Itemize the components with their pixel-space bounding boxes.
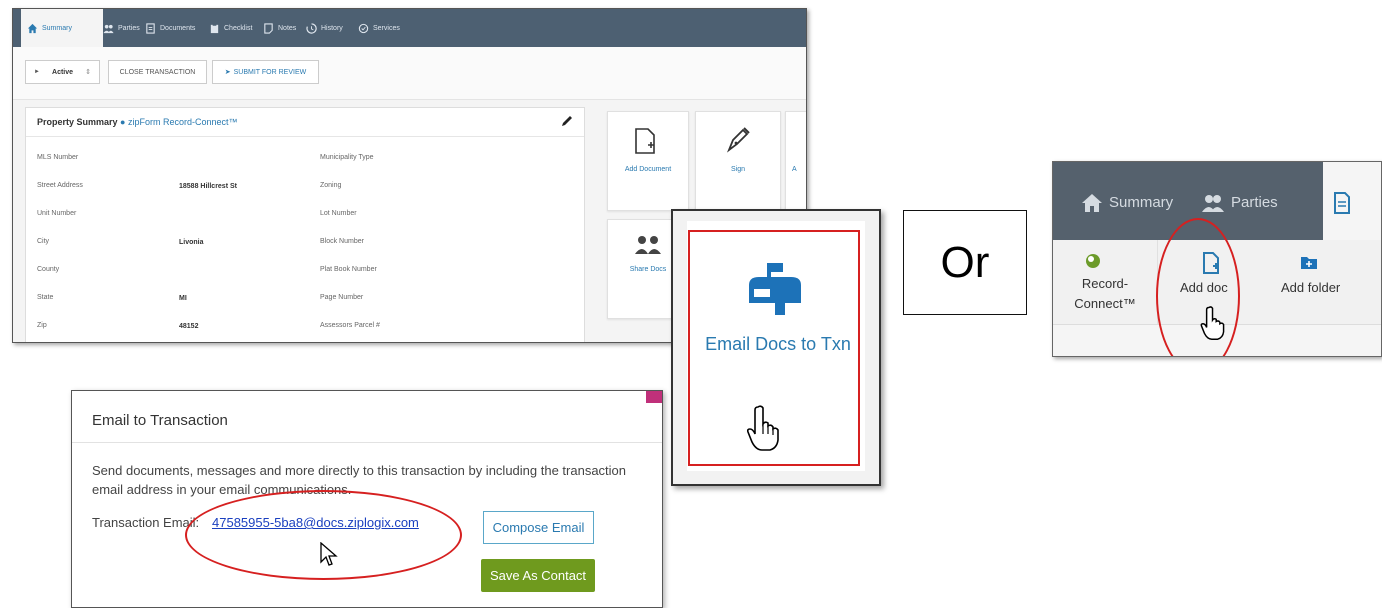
tab-parties-label: Parties (118, 24, 140, 32)
email-to-transaction-dialog: Email to Transaction Send documents, mes… (71, 390, 663, 608)
tab-documents-label: Documents (160, 24, 196, 32)
pen-icon (726, 127, 750, 153)
tab-summary[interactable]: Summary (21, 9, 103, 47)
add-document-icon (635, 128, 655, 154)
home-icon (27, 23, 38, 33)
caret-right-icon: ► (34, 69, 40, 75)
add-doc-screenshot: Summary Parties Record-Connect™ Add doc … (1052, 161, 1382, 357)
add-folder-icon (1301, 257, 1317, 269)
submit-for-review-label: SUBMIT FOR REVIEW (233, 68, 307, 76)
transaction-email-label: Transaction Email: (92, 515, 200, 530)
select-arrows-icon: ⇕ (85, 69, 91, 76)
tab-checklist[interactable]: Checklist (209, 9, 252, 47)
zipform-brand-label: zipForm Record-Connect™ (128, 117, 238, 127)
mailbox-icon (749, 263, 801, 315)
tab-services-label: Services (373, 24, 400, 32)
note-icon (264, 22, 273, 34)
compose-email-button[interactable]: Compose Email (483, 511, 594, 544)
property-summary-heading: Property Summary (37, 117, 118, 127)
submit-for-review-button[interactable]: ➤ SUBMIT FOR REVIEW (212, 60, 319, 84)
people-icon (103, 24, 114, 33)
sign-label: Sign (730, 166, 745, 173)
close-transaction-label: CLOSE TRANSACTION (119, 68, 196, 76)
main-nav-bar: Summary Parties Documents Checklist Note… (13, 9, 806, 47)
record-connect-label: Record-Connect™ (1061, 274, 1149, 314)
field-label: Page Number (320, 294, 364, 301)
cut-off-label: A (792, 166, 797, 173)
history-icon (306, 22, 317, 34)
record-connect-logo-icon (1086, 254, 1100, 268)
status-select-value: Active (52, 68, 74, 76)
share-people-icon (635, 236, 661, 254)
save-as-contact-label: Save As Contact (489, 568, 587, 583)
compose-email-label: Compose Email (492, 520, 585, 535)
sign-tile[interactable]: Sign (695, 111, 781, 211)
home-icon (1082, 194, 1102, 212)
zipform-brand[interactable]: ● zipForm Record-Connect™ (120, 117, 238, 127)
divider (1263, 356, 1363, 357)
close-corner[interactable] (646, 391, 662, 403)
field-label: City (37, 238, 50, 245)
pencil-icon[interactable] (560, 114, 574, 128)
property-summary-panel: Property Summary ● zipForm Record-Connec… (25, 107, 585, 342)
nav-summary-label[interactable]: Summary (1109, 194, 1173, 211)
tab-summary-label: Summary (42, 24, 72, 32)
field-label: Municipality Type (320, 154, 374, 161)
hand-pointer-icon (746, 405, 779, 451)
transaction-toolbar: ► Active ⇕ CLOSE TRANSACTION ➤ SUBMIT FO… (13, 47, 806, 100)
tab-notes-label: Notes (278, 24, 297, 32)
field-label: Unit Number (37, 210, 77, 217)
close-transaction-button[interactable]: CLOSE TRANSACTION (108, 60, 207, 84)
add-document-tile[interactable]: Add Document (607, 111, 689, 211)
field-label: State (37, 294, 54, 301)
email-docs-label: Email Docs to Txn (705, 334, 851, 354)
field-label: MLS Number (37, 154, 79, 161)
or-label: Or (940, 237, 990, 287)
field-value: 18588 Hillcrest St (179, 183, 237, 190)
save-as-contact-button[interactable]: Save As Contact (481, 559, 595, 592)
document-icon (1334, 192, 1350, 214)
field-value: Livonia (179, 239, 204, 246)
people-icon (1202, 195, 1224, 212)
send-icon: ➤ (224, 69, 231, 76)
badge-icon (358, 23, 369, 33)
tab-documents[interactable]: Documents (145, 9, 195, 47)
field-label: Plat Book Number (320, 266, 377, 273)
property-summary-title: Property Summary ● zipForm Record-Connec… (37, 117, 238, 127)
record-connect-button[interactable]: Record-Connect™ (1053, 240, 1153, 324)
email-docs-callout: Email Docs to Txn (671, 209, 881, 486)
tab-history-label: History (321, 24, 343, 32)
field-label: Zip (37, 322, 47, 329)
field-label: Block Number (320, 238, 364, 245)
or-separator: Or (903, 210, 1027, 315)
cut-off-tile[interactable]: A (785, 111, 806, 211)
tab-history[interactable]: History (306, 9, 343, 47)
dialog-title: Email to Transaction (92, 412, 228, 429)
clipboard-icon (210, 23, 219, 33)
add-folder-button[interactable]: Add folder (1259, 240, 1359, 324)
status-select[interactable]: ► Active ⇕ (25, 60, 100, 84)
field-value: 48152 (179, 323, 199, 330)
record-connect-text: Record-Connect™ (1074, 276, 1136, 311)
field-label: County (37, 266, 60, 273)
field-label: Street Address (37, 182, 83, 189)
field-value: MI (179, 295, 187, 302)
tab-checklist-label: Checklist (224, 24, 253, 32)
add-document-label: Add Document (624, 166, 672, 173)
field-label: Zoning (320, 182, 342, 189)
nav-parties-label[interactable]: Parties (1231, 194, 1278, 211)
highlight-ellipse (185, 490, 462, 580)
tab-parties[interactable]: Parties (103, 9, 140, 47)
tab-documents-active[interactable] (1323, 162, 1381, 240)
tab-notes[interactable]: Notes (263, 9, 296, 47)
panel-divider (26, 136, 584, 137)
add-folder-label: Add folder (1281, 280, 1341, 295)
tab-services[interactable]: Services (358, 9, 400, 47)
zipform-logo-icon: ● (120, 117, 126, 127)
document-icon (146, 22, 155, 34)
field-label: Lot Number (320, 210, 357, 217)
field-label: Assessors Parcel # (320, 322, 380, 329)
dialog-divider (72, 442, 662, 443)
